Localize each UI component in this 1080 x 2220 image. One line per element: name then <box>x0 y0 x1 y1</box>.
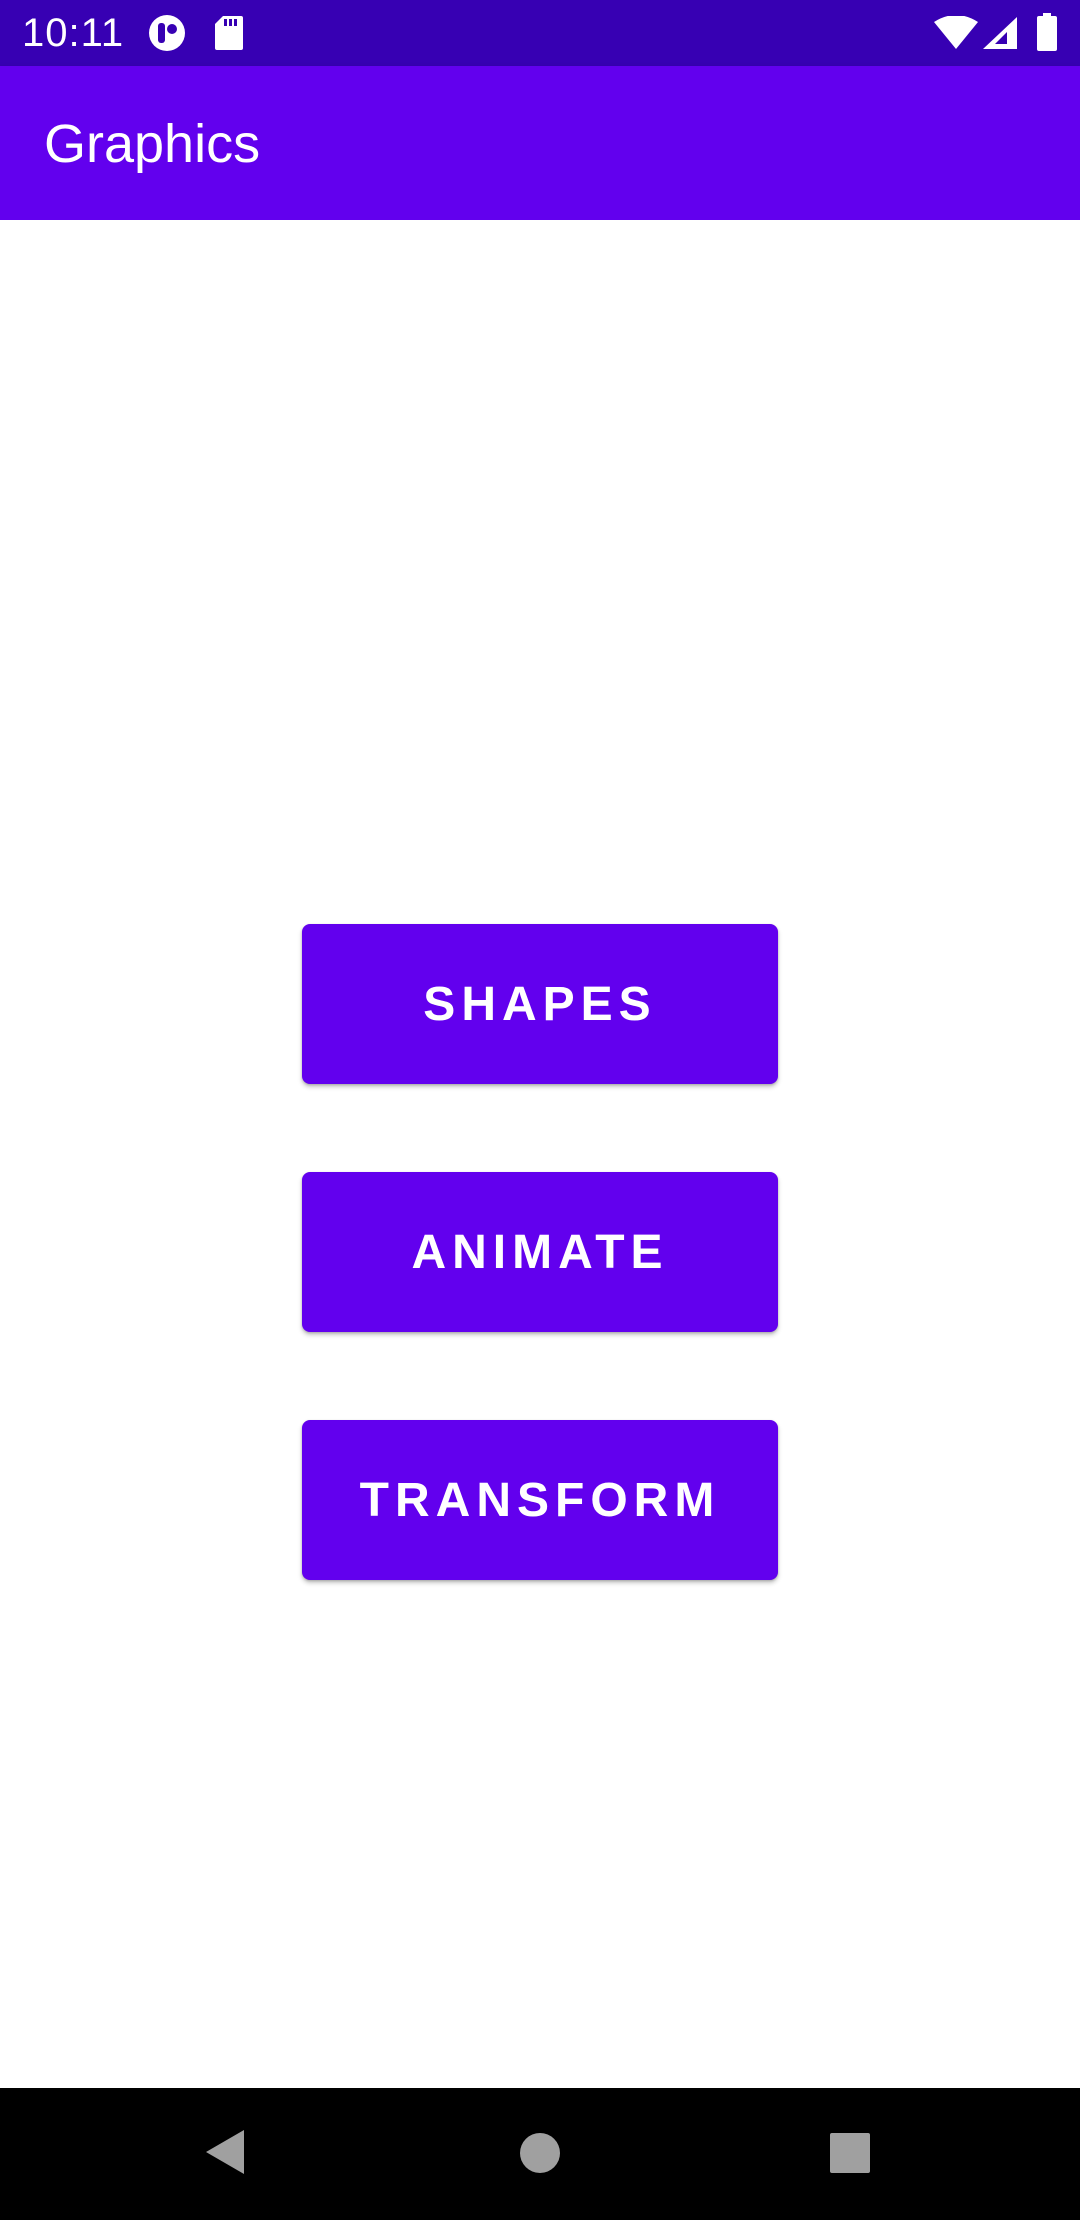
navigation-bar <box>0 2088 1080 2220</box>
status-bar: 10:11 <box>0 0 1080 66</box>
animate-button[interactable]: ANIMATE <box>302 1172 778 1332</box>
transform-button[interactable]: TRANSFORM <box>302 1420 778 1580</box>
app-bar: Graphics <box>0 66 1080 220</box>
recents-icon[interactable] <box>829 2132 871 2174</box>
sd-card-icon <box>215 16 243 50</box>
status-time: 10:11 <box>22 11 125 55</box>
battery-icon <box>1037 13 1057 51</box>
notification-app-icon <box>149 15 185 51</box>
wifi-icon <box>934 16 978 49</box>
shapes-button[interactable]: SHAPES <box>302 924 778 1084</box>
home-icon[interactable] <box>519 2132 561 2174</box>
cell-signal-icon <box>983 17 1017 49</box>
main-content <box>0 220 1080 2088</box>
app-title: Graphics <box>44 114 261 174</box>
back-icon[interactable] <box>204 2128 246 2176</box>
